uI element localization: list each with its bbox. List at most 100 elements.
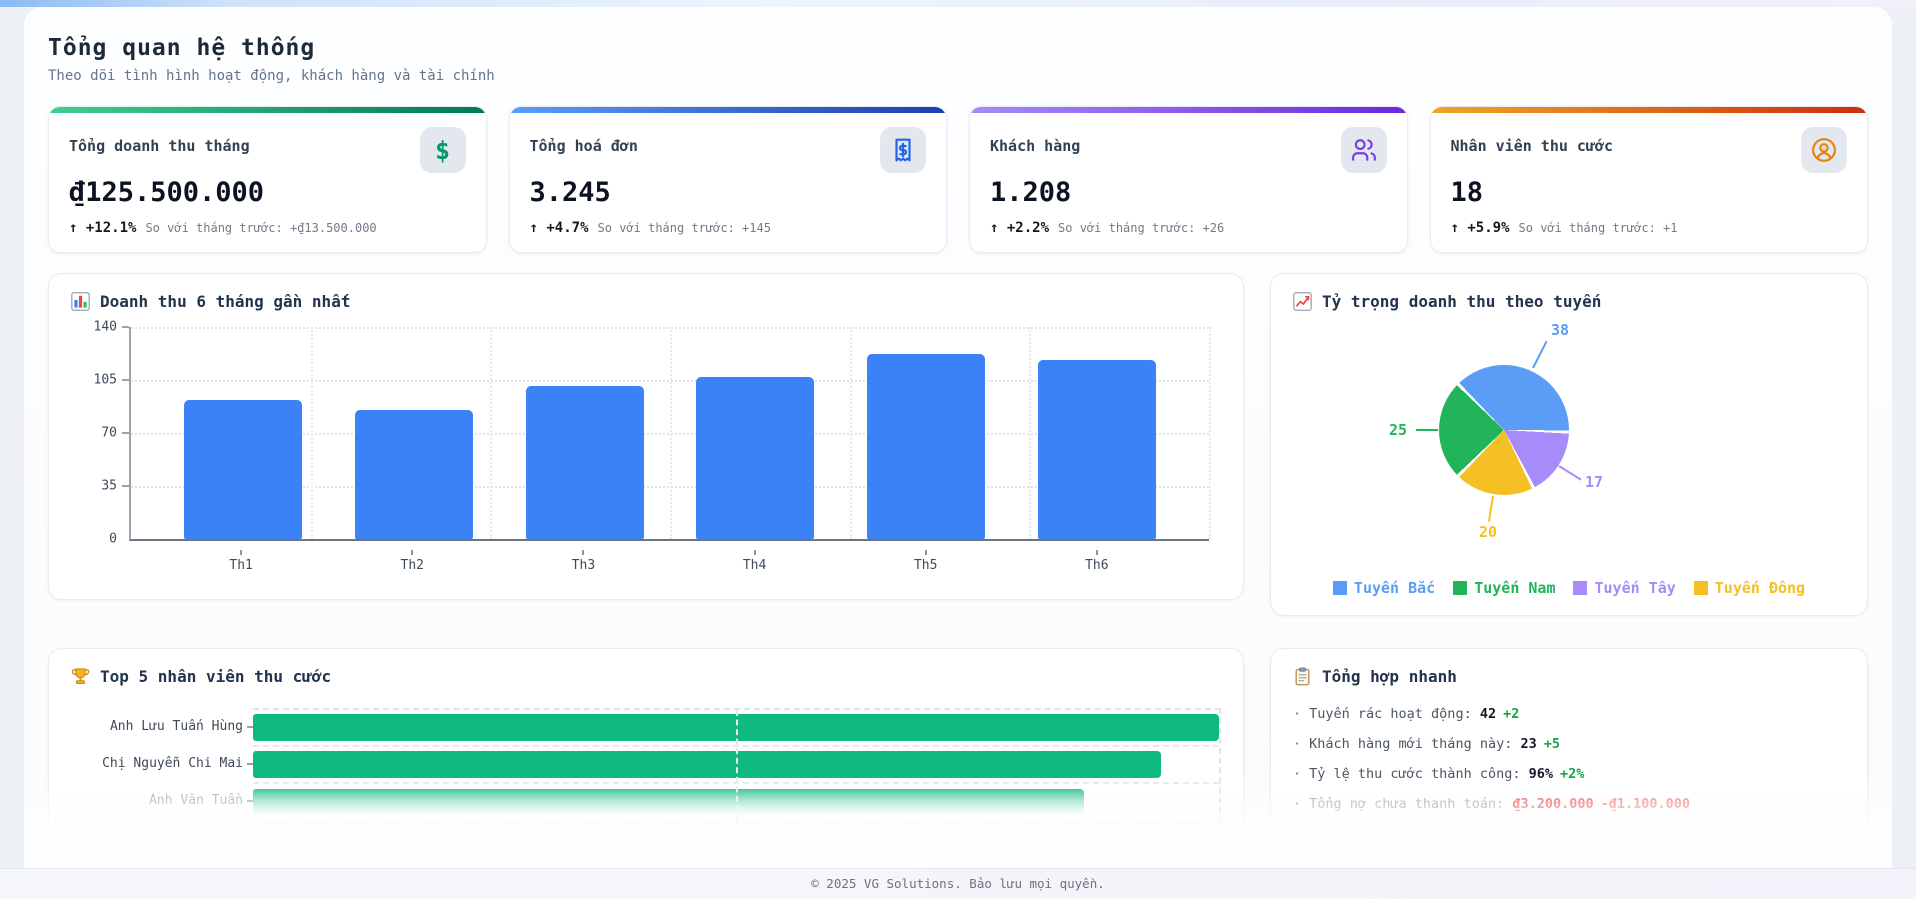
y-tick: 140 xyxy=(75,320,117,335)
footer: © 2025 VG Solutions. Bảo lưu mọi quyền. xyxy=(0,868,1916,899)
trophy-icon xyxy=(71,667,90,686)
summary-item: ·Khách hàng mới tháng này: 23+5 xyxy=(1293,736,1845,752)
summary-value: 23 xyxy=(1520,736,1536,752)
footer-copyright: © 2025 VG Solutions. Bảo lưu mọi quyền. xyxy=(0,869,1916,898)
y-tick: 105 xyxy=(75,373,117,388)
pie xyxy=(1439,365,1569,495)
route-share-pie-chart: 38 25 17 20 xyxy=(1293,315,1845,567)
pie-value-label: 38 xyxy=(1551,321,1569,339)
chart-increasing-icon xyxy=(1293,292,1312,311)
bar-th5 xyxy=(867,354,985,539)
legend-item-tuyen-tay[interactable]: Tuyến Tây xyxy=(1573,579,1675,597)
stat-card-collectors: Nhân viên thu cước 18 ↑ +5.9% So với thá… xyxy=(1430,106,1869,253)
collector-name: Anh Văn Tuần xyxy=(149,793,243,808)
arrow-up-icon: ↑ xyxy=(530,220,538,236)
hbar-2 xyxy=(253,751,1161,778)
summary-change: +2% xyxy=(1560,766,1584,782)
quick-summary-title: Tổng hợp nhanh xyxy=(1293,667,1845,686)
stat-change: ↑ +5.9% xyxy=(1451,220,1510,236)
x-label: Th5 xyxy=(867,550,985,573)
stat-value: 1.208 xyxy=(990,177,1387,208)
x-label: Th2 xyxy=(353,550,471,573)
arrow-up-icon: ↑ xyxy=(69,220,77,236)
plot-area: 140 105 70 35 0 xyxy=(129,327,1209,541)
stat-note: So với tháng trước: +₫13.500.000 xyxy=(145,221,376,235)
route-share-title: Tỷ trọng doanh thu theo tuyến xyxy=(1293,292,1845,311)
stat-label: Tổng doanh thu tháng xyxy=(69,127,250,155)
page-subtitle: Theo dõi tình hình hoạt động, khách hàng… xyxy=(48,68,1868,84)
x-label: Th6 xyxy=(1038,550,1156,573)
summary-value: 42 xyxy=(1480,706,1496,722)
revenue-bar-chart: 140 105 70 35 0 xyxy=(71,315,1221,581)
stat-note: So với tháng trước: +145 xyxy=(598,221,771,235)
callout-line xyxy=(1558,465,1581,480)
summary-label: Tỷ lệ thu cước thành công: xyxy=(1309,766,1520,782)
stat-change: ↑ +2.2% xyxy=(990,220,1049,236)
top5-hbar-chart: Anh Lưu Tuấn Hùng Chị Nguyễn Chi Mai Anh… xyxy=(71,708,1221,823)
receipt-icon xyxy=(880,127,926,173)
bar-th3 xyxy=(526,386,644,539)
arrow-up-icon: ↑ xyxy=(1451,220,1459,236)
stat-change: ↑ +4.7% xyxy=(530,220,589,236)
stat-card-customers: Khách hàng 1.208 ↑ +2.2% So với tháng tr… xyxy=(969,106,1408,253)
top5-panel: Top 5 nhân viên thu cước Anh Lưu Tuấn Hù… xyxy=(48,648,1244,842)
legend-item-tuyen-dong[interactable]: Tuyến Đông xyxy=(1694,579,1805,597)
stat-note: So với tháng trước: +1 xyxy=(1519,221,1678,235)
legend-swatch xyxy=(1453,581,1467,595)
page-title: Tổng quan hệ thống xyxy=(48,35,1868,61)
summary-label: Khách hàng mới tháng này: xyxy=(1309,736,1512,752)
clipboard-icon xyxy=(1293,667,1312,686)
page-header: Tổng quan hệ thống Theo dõi tình hình ho… xyxy=(48,35,1868,84)
bar-th4 xyxy=(696,377,814,539)
quick-summary-list: ·Tuyến rác hoạt động: 42+2 ·Khách hàng m… xyxy=(1293,706,1845,812)
summary-item: ·Tổng nợ chưa thanh toán: ₫3.200.000-₫1.… xyxy=(1293,796,1845,812)
top-navbar-edge xyxy=(0,0,1916,7)
quick-summary-panel: Tổng hợp nhanh ·Tuyến rác hoạt động: 42+… xyxy=(1270,648,1868,831)
user-circle-icon xyxy=(1801,127,1847,173)
callout-line xyxy=(1532,341,1547,369)
dashboard-container: Tổng quan hệ thống Theo dõi tình hình ho… xyxy=(24,7,1892,868)
stat-value: ₫125.500.000 xyxy=(69,177,466,208)
legend-item-tuyen-bac[interactable]: Tuyến Bắc xyxy=(1333,579,1435,597)
arrow-up-icon: ↑ xyxy=(990,220,998,236)
collector-name: Chị Nguyễn Chi Mai xyxy=(102,756,243,771)
summary-value: 96% xyxy=(1529,766,1553,782)
pie-value-label: 20 xyxy=(1479,523,1497,541)
stat-label: Tổng hoá đơn xyxy=(530,127,638,155)
legend-swatch xyxy=(1573,581,1587,595)
pie-value-label: 25 xyxy=(1389,421,1407,439)
stat-label: Nhân viên thu cước xyxy=(1451,127,1614,155)
summary-label: Tuyến rác hoạt động: xyxy=(1309,706,1472,722)
stat-value: 3.245 xyxy=(530,177,927,208)
summary-item: ·Tuyến rác hoạt động: 42+2 xyxy=(1293,706,1845,722)
callout-line xyxy=(1416,429,1438,431)
stat-value: 18 xyxy=(1451,177,1848,208)
collector-name: Anh Lưu Tuấn Hùng xyxy=(110,719,243,734)
top5-title: Top 5 nhân viên thu cước xyxy=(71,667,1221,686)
y-tick: 0 xyxy=(75,532,117,547)
stat-note: So với tháng trước: +26 xyxy=(1058,221,1224,235)
revenue-chart-title: Doanh thu 6 tháng gần nhất xyxy=(71,292,1221,311)
stat-label: Khách hàng xyxy=(990,127,1080,155)
x-label: Th1 xyxy=(182,550,300,573)
summary-change: +5 xyxy=(1544,736,1560,752)
stats-row: Tổng doanh thu tháng $ ₫125.500.000 ↑ +1… xyxy=(48,106,1868,253)
callout-line xyxy=(1488,496,1494,522)
stat-card-invoices: Tổng hoá đơn 3.245 ↑ +4.7% So với tháng … xyxy=(509,106,948,253)
y-tick: 70 xyxy=(75,426,117,441)
bar-th2 xyxy=(355,410,473,539)
y-tick: 35 xyxy=(75,479,117,494)
pie-value-label: 17 xyxy=(1585,473,1603,491)
stat-change: ↑ +12.1% xyxy=(69,220,136,236)
summary-change: +2 xyxy=(1503,706,1519,722)
summary-change: -₫1.100.000 xyxy=(1601,796,1690,812)
x-label: Th3 xyxy=(524,550,642,573)
pie-legend: Tuyến Bắc Tuyến Nam Tuyến Tây Tuyến Đông xyxy=(1293,579,1845,597)
legend-item-tuyen-nam[interactable]: Tuyến Nam xyxy=(1453,579,1555,597)
summary-label: Tổng nợ chưa thanh toán: xyxy=(1309,796,1504,812)
plot-area xyxy=(253,708,1221,823)
route-share-panel: Tỷ trọng doanh thu theo tuyến 38 25 17 2… xyxy=(1270,273,1868,616)
bar-th6 xyxy=(1038,360,1156,539)
stat-card-revenue: Tổng doanh thu tháng $ ₫125.500.000 ↑ +1… xyxy=(48,106,487,253)
bar-th1 xyxy=(184,400,302,539)
